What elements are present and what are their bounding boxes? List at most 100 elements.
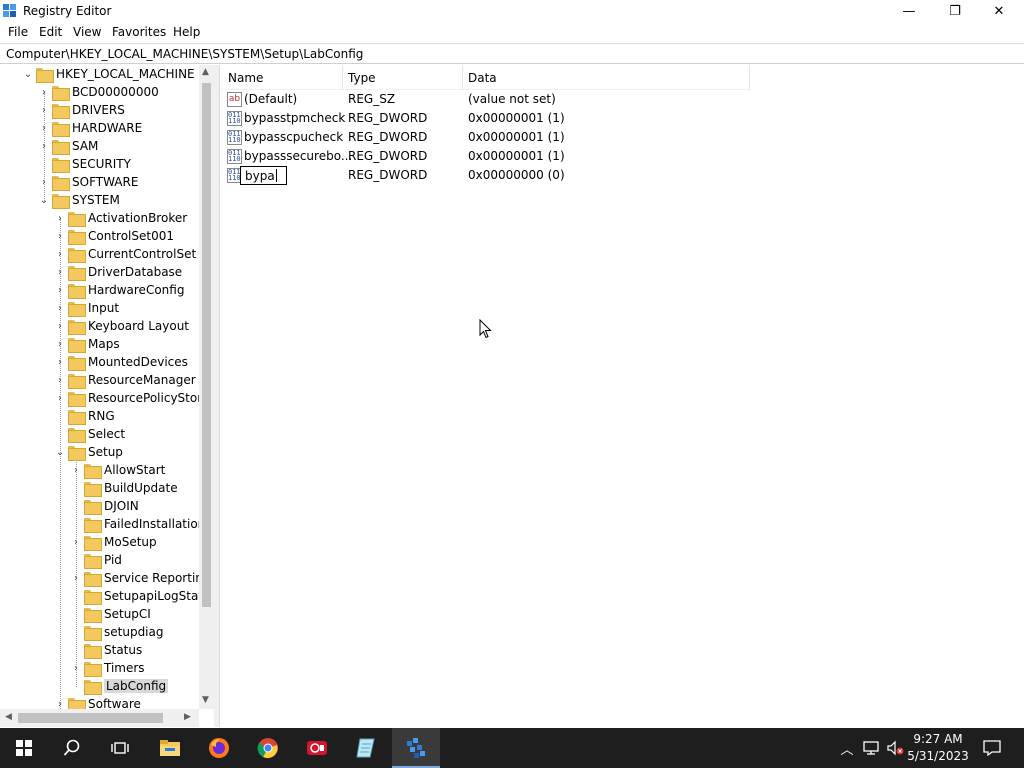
chevron-right-icon[interactable]: › [38, 173, 50, 191]
tree-item[interactable]: › ActivationBroker [54, 209, 187, 227]
clock[interactable]: 9:27 AM 5/31/2023 [906, 731, 970, 765]
scroll-left-icon[interactable]: ◀ [5, 712, 12, 722]
tree-item[interactable]: › BCD00000000 [38, 83, 159, 101]
tree-item[interactable]: BuildUpdate [70, 479, 178, 497]
task-view-button[interactable] [96, 728, 144, 768]
chevron-right-icon[interactable]: › [54, 263, 66, 281]
tree-item[interactable]: FailedInstallations [70, 515, 212, 533]
tree-horizontal-scrollbar[interactable]: ◀ ▶ [0, 709, 199, 727]
column-header-name[interactable]: Name [228, 65, 263, 90]
menu-favorites[interactable]: Favorites [112, 25, 166, 39]
chevron-right-icon[interactable]: › [38, 101, 50, 119]
chevron-right-icon[interactable]: › [38, 119, 50, 137]
chevron-right-icon[interactable]: › [54, 281, 66, 299]
scroll-thumb[interactable] [18, 713, 163, 723]
chevron-right-icon[interactable]: › [54, 317, 66, 335]
value-row[interactable]: 011 110 bypasssecurebo... REG_DWORD 0x000… [221, 147, 981, 166]
key-tree[interactable]: ⌄ HKEY_LOCAL_MACHINE › BCD00000000 › DRIVE… [0, 65, 214, 727]
chevron-down-icon[interactable]: ⌄ [38, 191, 50, 209]
minimize-button[interactable]: — [886, 0, 932, 22]
chevron-right-icon[interactable]: › [54, 335, 66, 353]
scroll-up-icon[interactable]: ▲ [202, 67, 209, 77]
tree-item[interactable]: › Timers [70, 659, 145, 677]
column-header-type[interactable]: Type [348, 65, 376, 90]
tree-item[interactable]: RNG [54, 407, 115, 425]
address-bar[interactable]: Computer\HKEY_LOCAL_MACHINE\SYSTEM\Setup… [0, 43, 1024, 64]
notepad-button[interactable] [342, 728, 390, 768]
firefox-button[interactable] [195, 728, 243, 768]
column-divider[interactable] [462, 65, 463, 89]
screen-recorder-button[interactable] [293, 728, 341, 768]
tree-vertical-scrollbar[interactable]: ▲ ▼ [199, 65, 214, 709]
rename-input[interactable]: bypa [240, 166, 287, 185]
menu-edit[interactable]: Edit [39, 25, 62, 39]
tree-item[interactable]: SECURITY [38, 155, 131, 173]
value-row[interactable]: 011 110 bypasstpmcheck REG_DWORD 0x000000… [221, 109, 981, 128]
tree-item[interactable]: SetupapiLogStatus [70, 587, 214, 605]
scroll-thumb[interactable] [202, 83, 211, 607]
chevron-right-icon[interactable]: › [70, 461, 82, 479]
tree-item-system[interactable]: ⌄ SYSTEM [38, 191, 120, 209]
notifications-button[interactable] [980, 728, 1004, 768]
chevron-right-icon[interactable]: › [54, 209, 66, 227]
tree-item[interactable]: › ResourcePolicyStore [54, 389, 209, 407]
network-button[interactable] [860, 728, 882, 768]
scroll-down-icon[interactable]: ▼ [202, 695, 209, 705]
show-hidden-icons-button[interactable]: ︿ [836, 728, 858, 768]
restore-button[interactable]: ❐ [932, 0, 978, 22]
chevron-right-icon[interactable]: › [70, 569, 82, 587]
column-header-data[interactable]: Data [468, 65, 497, 90]
tree-item-setup[interactable]: ⌄ Setup [54, 443, 123, 461]
chrome-button[interactable] [244, 728, 292, 768]
start-button[interactable] [0, 728, 48, 768]
tree-item[interactable]: Pid [70, 551, 122, 569]
tree-item[interactable]: DJOIN [70, 497, 139, 515]
menu-view[interactable]: View [73, 25, 101, 39]
file-explorer-button[interactable] [146, 728, 194, 768]
column-divider[interactable] [749, 65, 750, 89]
chevron-right-icon[interactable]: › [70, 533, 82, 551]
value-row[interactable]: ab (Default) REG_SZ (value not set) [221, 90, 981, 109]
tree-item[interactable]: › ResourceManager [54, 371, 196, 389]
pane-splitter[interactable] [214, 65, 220, 727]
tree-item[interactable]: Status [70, 641, 142, 659]
tree-item[interactable]: › Maps [54, 335, 120, 353]
chevron-right-icon[interactable]: › [54, 299, 66, 317]
volume-button[interactable] [884, 728, 906, 768]
tree-item[interactable]: › Keyboard Layout [54, 317, 189, 335]
tree-item[interactable]: › MountedDevices [54, 353, 188, 371]
chevron-down-icon[interactable]: ⌄ [22, 65, 34, 83]
tree-item[interactable]: › ControlSet001 [54, 227, 174, 245]
tree-item[interactable]: › HARDWARE [38, 119, 142, 137]
tree-item[interactable]: › CurrentControlSet [54, 245, 196, 263]
chevron-right-icon[interactable]: › [54, 371, 66, 389]
search-button[interactable] [48, 728, 96, 768]
tree-item-hklm[interactable]: ⌄ HKEY_LOCAL_MACHINE [22, 65, 195, 83]
chevron-right-icon[interactable]: › [70, 659, 82, 677]
chevron-right-icon[interactable]: › [38, 83, 50, 101]
value-row[interactable]: 011 110 bypasscpucheck REG_DWORD 0x000000… [221, 128, 981, 147]
tree-item[interactable]: Select [54, 425, 125, 443]
regedit-button[interactable] [392, 728, 440, 768]
tree-item[interactable]: › Input [54, 299, 119, 317]
tree-item[interactable]: › DriverDatabase [54, 263, 182, 281]
scroll-right-icon[interactable]: ▶ [184, 712, 191, 722]
tree-item[interactable]: › SAM [38, 137, 98, 155]
value-row-editing[interactable]: 011 110 bypa REG_DWORD 0x00000000 (0) [221, 166, 981, 185]
tree-item[interactable]: › HardwareConfig [54, 281, 184, 299]
tree-item[interactable]: › SOFTWARE [38, 173, 138, 191]
menu-help[interactable]: Help [173, 25, 200, 39]
column-divider[interactable] [342, 65, 343, 89]
tree-item[interactable]: › DRIVERS [38, 101, 125, 119]
tree-item-labconfig[interactable]: LabConfig [70, 677, 169, 695]
chevron-right-icon[interactable]: › [54, 227, 66, 245]
chevron-right-icon[interactable]: › [38, 137, 50, 155]
address-path[interactable]: Computer\HKEY_LOCAL_MACHINE\SYSTEM\Setup… [6, 47, 363, 61]
tree-item[interactable]: › AllowStart [70, 461, 165, 479]
values-list[interactable]: Name Type Data ab (Default) REG_SZ (valu… [221, 65, 1024, 727]
tree-item[interactable]: SetupCI [70, 605, 151, 623]
chevron-right-icon[interactable]: › [54, 245, 66, 263]
chevron-down-icon[interactable]: ⌄ [54, 443, 66, 461]
tree-item[interactable]: › MoSetup [70, 533, 157, 551]
close-button[interactable]: ✕ [976, 0, 1022, 22]
